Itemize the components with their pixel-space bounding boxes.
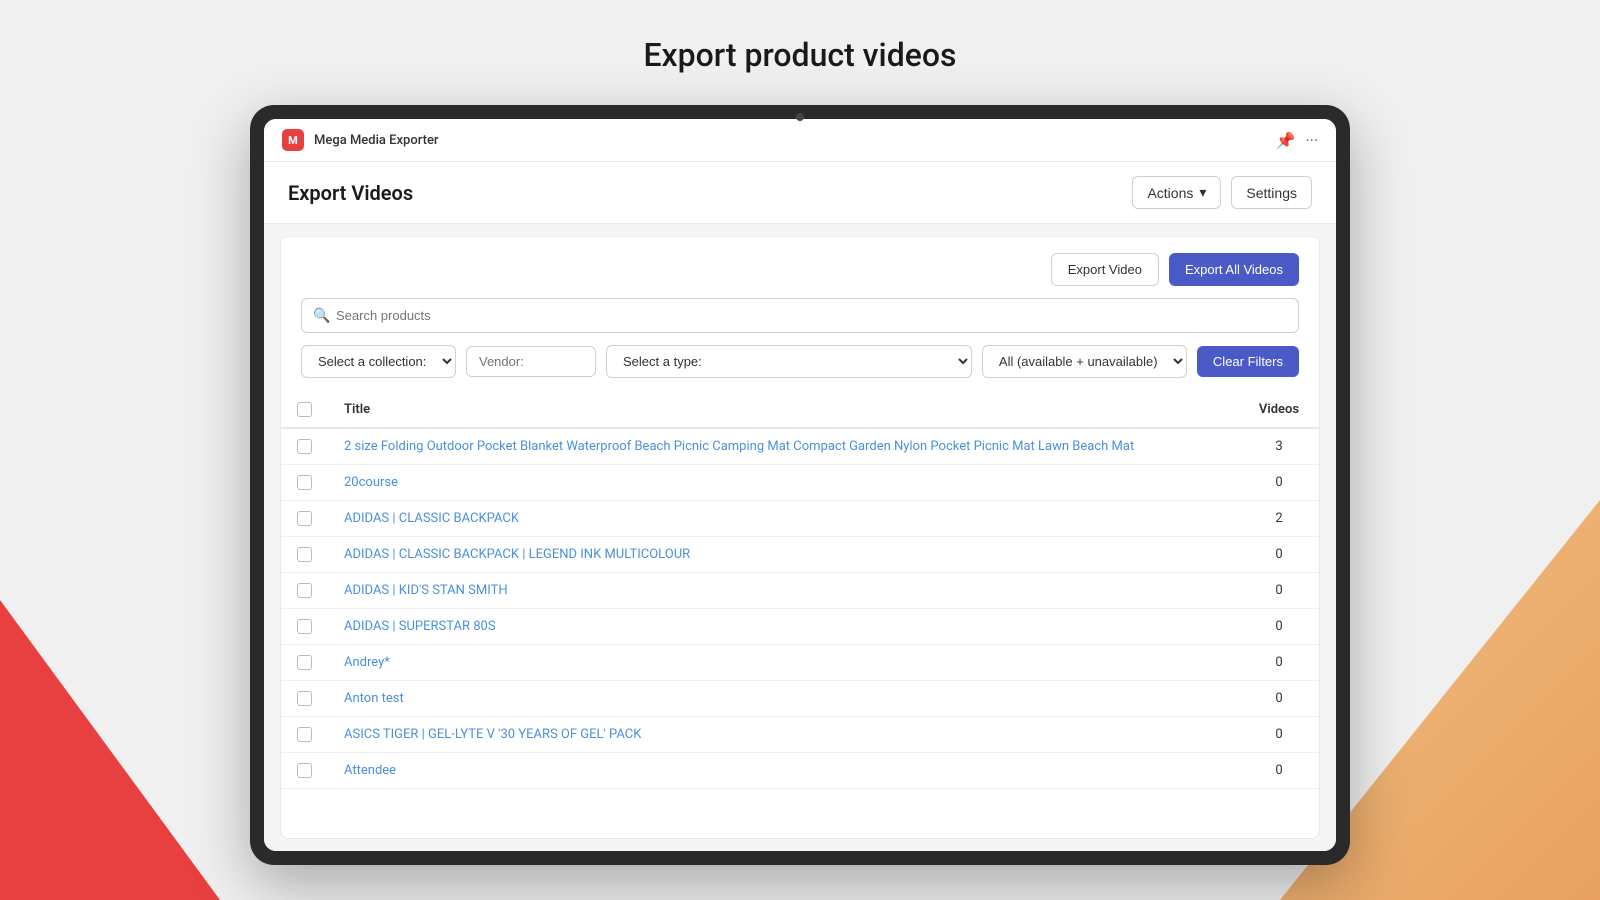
product-title-link[interactable]: 2 size Folding Outdoor Pocket Blanket Wa… — [344, 439, 1134, 454]
content-area: Export Videos Actions ▾ Settings Export … — [264, 162, 1336, 851]
vendor-filter[interactable] — [466, 346, 596, 377]
product-title-link[interactable]: ADIDAS | CLASSIC BACKPACK — [344, 511, 519, 526]
product-title-link[interactable]: 20course — [344, 475, 398, 490]
table-row: 20course 0 — [281, 465, 1319, 501]
type-filter[interactable]: Select a type: — [606, 345, 972, 378]
row-checkbox[interactable] — [297, 547, 312, 562]
more-icon[interactable]: ··· — [1305, 131, 1318, 150]
search-wrapper: 🔍 — [301, 298, 1299, 333]
header-action-buttons: Actions ▾ Settings — [1132, 176, 1312, 209]
table-row: ADIDAS | CLASSIC BACKPACK | LEGEND INK M… — [281, 537, 1319, 573]
table-row: ADIDAS | KID'S STAN SMITH 0 — [281, 573, 1319, 609]
main-panel: Export Video Export All Videos 🔍 Select … — [280, 236, 1320, 839]
videos-count: 0 — [1239, 537, 1319, 573]
chevron-down-icon: ▾ — [1199, 184, 1206, 201]
videos-count: 0 — [1239, 465, 1319, 501]
product-title-link[interactable]: ADIDAS | SUPERSTAR 80S — [344, 619, 496, 634]
table-row: ADIDAS | SUPERSTAR 80S 0 — [281, 609, 1319, 645]
videos-count: 0 — [1239, 753, 1319, 789]
page-title: Export product videos — [0, 0, 1600, 98]
app-header: M Mega Media Exporter 📌 ··· — [264, 119, 1336, 162]
header-icons: 📌 ··· — [1276, 131, 1318, 150]
page-header: Export Videos Actions ▾ Settings — [264, 162, 1336, 224]
videos-count: 3 — [1239, 428, 1319, 465]
row-checkbox[interactable] — [297, 619, 312, 634]
select-all-checkbox[interactable] — [297, 402, 312, 417]
availability-filter[interactable]: All (available + unavailable) — [982, 345, 1187, 378]
row-checkbox[interactable] — [297, 655, 312, 670]
table-row: Attendee 0 — [281, 753, 1319, 789]
export-video-button[interactable]: Export Video — [1051, 253, 1159, 286]
videos-count: 2 — [1239, 501, 1319, 537]
export-all-videos-button[interactable]: Export All Videos — [1169, 253, 1299, 286]
product-title-link[interactable]: Anton test — [344, 691, 404, 706]
pin-icon[interactable]: 📌 — [1276, 131, 1296, 150]
table-row: 2 size Folding Outdoor Pocket Blanket Wa… — [281, 428, 1319, 465]
table-row: Andrey* 0 — [281, 645, 1319, 681]
videos-count: 0 — [1239, 681, 1319, 717]
actions-button[interactable]: Actions ▾ — [1132, 176, 1221, 209]
collection-filter[interactable]: Select a collection: — [301, 345, 456, 378]
table-header-row: Title Videos — [281, 392, 1319, 428]
title-col-header: Title — [328, 392, 1239, 428]
select-all-col — [281, 392, 328, 428]
table-row: Anton test 0 — [281, 681, 1319, 717]
row-checkbox[interactable] — [297, 511, 312, 526]
videos-col-header: Videos — [1239, 392, 1319, 428]
search-icon: 🔍 — [313, 308, 330, 324]
search-row: 🔍 — [281, 298, 1319, 345]
clear-filters-button[interactable]: Clear Filters — [1197, 346, 1299, 377]
product-title-link[interactable]: Attendee — [344, 763, 396, 778]
videos-count: 0 — [1239, 573, 1319, 609]
videos-count: 0 — [1239, 609, 1319, 645]
product-title-link[interactable]: ADIDAS | CLASSIC BACKPACK | LEGEND INK M… — [344, 547, 690, 562]
export-buttons-row: Export Video Export All Videos — [281, 237, 1319, 298]
app-name: Mega Media Exporter — [314, 133, 1276, 148]
row-checkbox[interactable] — [297, 691, 312, 706]
row-checkbox[interactable] — [297, 439, 312, 454]
actions-label: Actions — [1147, 185, 1193, 201]
row-checkbox[interactable] — [297, 475, 312, 490]
product-title-link[interactable]: ASICS TIGER | GEL-LYTE V '30 YEARS OF GE… — [344, 727, 641, 742]
videos-count: 0 — [1239, 717, 1319, 753]
settings-button[interactable]: Settings — [1231, 176, 1312, 209]
product-title-link[interactable]: Andrey* — [344, 655, 390, 670]
product-title-link[interactable]: ADIDAS | KID'S STAN SMITH — [344, 583, 508, 598]
row-checkbox[interactable] — [297, 763, 312, 778]
search-input[interactable] — [301, 298, 1299, 333]
tablet-screen: M Mega Media Exporter 📌 ··· Export Video… — [264, 119, 1336, 851]
table-row: ASICS TIGER | GEL-LYTE V '30 YEARS OF GE… — [281, 717, 1319, 753]
tablet-camera — [796, 113, 804, 121]
videos-count: 0 — [1239, 645, 1319, 681]
products-table: Title Videos 2 size Folding Outdoor Pock… — [281, 392, 1319, 838]
app-logo: M — [282, 129, 304, 151]
row-checkbox[interactable] — [297, 727, 312, 742]
tablet-frame: M Mega Media Exporter 📌 ··· Export Video… — [250, 105, 1350, 865]
bg-decoration-red — [0, 600, 220, 900]
row-checkbox[interactable] — [297, 583, 312, 598]
page-header-title: Export Videos — [288, 181, 413, 205]
table-row: ADIDAS | CLASSIC BACKPACK 2 — [281, 501, 1319, 537]
filters-row: Select a collection: Select a type: All … — [281, 345, 1319, 392]
